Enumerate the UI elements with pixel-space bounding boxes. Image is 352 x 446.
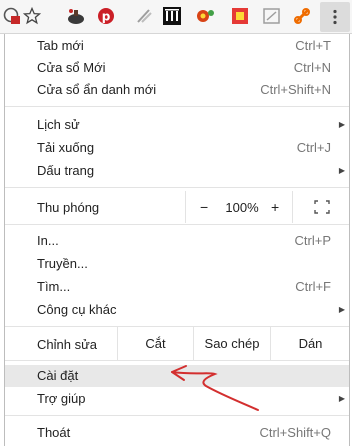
- menu-item-label: Truyền...: [37, 256, 88, 271]
- more-vert-icon[interactable]: [320, 2, 350, 32]
- submenu-arrow-icon: ▶: [338, 394, 345, 403]
- zoom-controls: − 100% +: [185, 191, 350, 223]
- menu-item-new-window[interactable]: Cửa sổ Mới Ctrl+N: [5, 57, 349, 79]
- menu-item-shortcut: Ctrl+P: [294, 233, 331, 248]
- menu-item-label: Thoát: [37, 425, 71, 440]
- menu-item-shortcut: Ctrl+J: [296, 140, 331, 155]
- zoom-label: Thu phóng: [37, 200, 100, 215]
- lab-icon[interactable]: [66, 6, 86, 26]
- menu-item-label: Cài đặt: [37, 368, 79, 383]
- menu-item-shortcut: Ctrl+Shift+N: [260, 82, 331, 97]
- menu-item-label: Cửa sổ Mới: [37, 60, 106, 75]
- submenu-arrow-icon: ▶: [338, 166, 345, 175]
- menu-item-label: Cửa sổ ẩn danh mới: [37, 82, 157, 97]
- gray-square-icon[interactable]: [262, 6, 282, 26]
- pinterest-icon[interactable]: p: [96, 6, 116, 26]
- menu-separator: [5, 187, 349, 188]
- edit-label: Chỉnh sửa: [37, 337, 98, 352]
- paste-button[interactable]: Dán: [270, 327, 350, 360]
- menu-separator: [5, 106, 349, 107]
- chrome-main-menu: Tab mới Ctrl+T Cửa sổ Mới Ctrl+N Cửa sổ …: [4, 34, 350, 446]
- zoom-level: 100%: [225, 200, 259, 215]
- submenu-arrow-icon: ▶: [338, 120, 345, 129]
- menu-item-exit[interactable]: Thoát Ctrl+Shift+Q: [5, 422, 349, 444]
- flower-icon[interactable]: [196, 6, 216, 26]
- red-square-icon[interactable]: [230, 6, 250, 26]
- browser-toolbar: p: [0, 0, 352, 34]
- menu-item-label: Lịch sử: [37, 117, 80, 132]
- menu-item-label: Tab mới: [37, 38, 84, 53]
- menu-item-cast[interactable]: Truyền...: [5, 253, 349, 275]
- menu-item-bookmarks[interactable]: Dấu trang ▶: [5, 160, 349, 182]
- menu-item-history[interactable]: Lịch sử ▶: [5, 114, 349, 136]
- menu-item-find[interactable]: Tìm... Ctrl+F: [5, 276, 349, 298]
- menu-item-settings[interactable]: Cài đặt: [5, 365, 349, 387]
- page-info-icon[interactable]: [2, 6, 22, 26]
- menu-item-incognito-window[interactable]: Cửa sổ ẩn danh mới Ctrl+Shift+N: [5, 79, 349, 101]
- svg-text:p: p: [102, 10, 111, 24]
- zoom-out-button[interactable]: −: [200, 199, 208, 215]
- pen-icon[interactable]: [134, 6, 154, 26]
- menu-item-shortcut: Ctrl+N: [293, 60, 331, 75]
- cut-button[interactable]: Cắt: [117, 327, 193, 360]
- fullscreen-icon[interactable]: [292, 191, 351, 223]
- edit-row: Chỉnh sửa Cắt Sao chép Dán: [5, 327, 349, 361]
- archive-icon[interactable]: [162, 6, 182, 26]
- submenu-arrow-icon: ▶: [338, 305, 345, 314]
- menu-separator: [5, 360, 349, 361]
- menu-item-label: Tải xuống: [37, 140, 95, 155]
- star-icon[interactable]: [22, 6, 42, 26]
- menu-item-shortcut: Ctrl+F: [295, 279, 331, 294]
- menu-item-label: In...: [37, 233, 59, 248]
- menu-item-label: Dấu trang: [37, 163, 95, 178]
- copy-button[interactable]: Sao chép: [193, 327, 270, 360]
- menu-item-label: Tìm...: [37, 279, 71, 294]
- menu-separator: [5, 224, 349, 225]
- menu-item-shortcut: Ctrl+T: [295, 38, 331, 53]
- menu-item-more-tools[interactable]: Công cụ khác ▶: [5, 299, 349, 321]
- menu-item-shortcut: Ctrl+Shift+Q: [259, 425, 331, 440]
- menu-separator: [5, 415, 349, 416]
- menu-item-downloads[interactable]: Tải xuống Ctrl+J: [5, 137, 349, 159]
- menu-item-label: Trợ giúp: [37, 391, 86, 406]
- zoom-row: Thu phóng − 100% +: [5, 191, 349, 223]
- menu-item-label: Công cụ khác: [37, 302, 117, 317]
- menu-item-print[interactable]: In... Ctrl+P: [5, 230, 349, 252]
- menu-item-new-tab[interactable]: Tab mới Ctrl+T: [5, 35, 349, 57]
- zoom-in-button[interactable]: +: [271, 199, 279, 215]
- orange-link-icon[interactable]: [292, 6, 312, 26]
- menu-item-help[interactable]: Trợ giúp ▶: [5, 388, 349, 410]
